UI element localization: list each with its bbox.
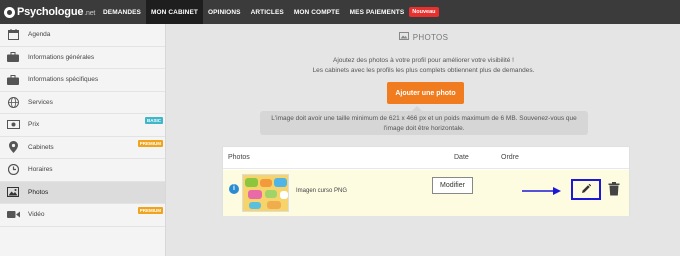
arrow-annotation [522,187,561,195]
sidebar-item-services[interactable]: Services [0,92,165,114]
video-camera-icon [6,208,20,222]
tooltip-modifier: Modifier [432,177,473,194]
photo-icon [6,185,20,199]
sidebar-item-informations-generales[interactable]: Informations générales [0,47,165,69]
edit-button[interactable] [571,179,601,200]
photo-thumbnail[interactable] [242,174,289,212]
info-line: l'image doit être horizontale. [383,124,465,132]
premium-tag: PREMIUM [137,207,163,214]
photos-table: Photos Date Ordre i Imagen curso PNG [222,146,630,216]
top-navigation: Psychologue.net DEMANDES MON CABINET OPI… [0,0,680,24]
briefcase-icon [6,50,20,64]
intro-text: Ajoutez des photos à votre profil pour a… [167,56,680,76]
page-title: PHOTOS [167,32,680,42]
intro-line: Ajoutez des photos à votre profil pour a… [332,57,514,64]
sidebar-item-label: Informations générales [28,53,95,61]
column-header-photos: Photos [228,154,250,161]
info-icon[interactable]: i [229,184,239,194]
basic-tag: BASIC [144,117,163,124]
map-pin-icon [6,140,20,154]
nav-articles[interactable]: ARTICLES [246,0,289,24]
add-photo-button[interactable]: Ajouter une photo [387,82,464,104]
photo-name: Imagen curso PNG [296,188,348,194]
clock-icon [6,163,20,177]
nav-demandes[interactable]: DEMANDES [98,0,146,24]
logo-text: Psychologue.net [17,6,96,18]
premium-tag: PREMIUM [137,139,163,147]
sidebar-item-photos[interactable]: Photos [0,181,165,204]
trash-icon[interactable] [608,182,620,196]
new-badge: Nouveau [409,7,439,17]
sidebar-item-cabinets[interactable]: Cabinets PREMIUM [0,137,165,159]
sidebar-item-label: Vidéo [28,211,45,219]
nav-mon-compte[interactable]: MON COMPTE [289,0,345,24]
sidebar-item-label: Cabinets [28,143,54,151]
image-requirements-info: L'image doit avoir une taille minimum de… [260,106,588,135]
intro-line: Les cabinets avec les profils les plus c… [312,67,535,74]
sidebar-item-label: Services [28,98,53,106]
main-content: PHOTOS Ajoutez des photos à votre profil… [167,24,680,256]
table-header: Photos Date Ordre [223,147,629,169]
briefcase-icon [6,73,20,87]
info-line: L'image doit avoir une taille minimum de… [271,115,577,122]
sidebar-item-prix[interactable]: Prix BASIC [0,114,165,137]
pencil-icon [581,181,592,199]
sidebar-item-label: Photos [28,188,49,196]
nav-opinions[interactable]: OPINIONS [203,0,246,24]
column-header-ordre: Ordre [501,154,519,161]
sidebar-item-label: Informations spécifiques [28,76,99,84]
logo[interactable]: Psychologue.net [0,0,98,24]
sidebar-item-video[interactable]: Vidéo PREMIUM [0,204,165,227]
sidebar-item-informations-specifiques[interactable]: Informations spécifiques [0,69,165,92]
sidebar-item-horaires[interactable]: Horaires [0,159,165,182]
sidebar-item-label: Horaires [28,166,53,174]
sidebar: Agenda Informations générales Informatio… [0,24,166,256]
column-header-date: Date [454,154,469,161]
table-row: i Imagen curso PNG [223,170,629,216]
page-title-text: PHOTOS [412,32,449,42]
nav-mes-paiements[interactable]: MES PAIEMENTS [345,0,410,24]
photo-icon [398,32,409,42]
calendar-icon [6,28,20,42]
sidebar-item-agenda[interactable]: Agenda [0,24,165,47]
sidebar-item-label: Prix [28,121,40,129]
logo-icon [4,6,15,18]
nav-mon-cabinet[interactable]: MON CABINET [146,0,203,24]
globe-icon [6,95,20,109]
banknote-icon [6,118,20,132]
sidebar-item-label: Agenda [28,31,51,39]
